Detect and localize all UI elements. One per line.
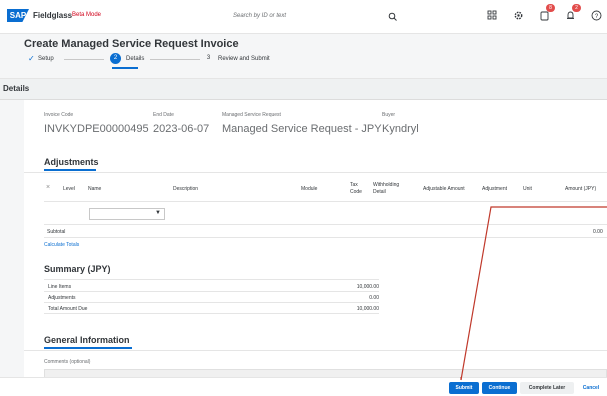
general-info-underline xyxy=(44,347,132,349)
comments-textarea[interactable] xyxy=(44,369,607,377)
field-buyer: Buyer Kyndryl xyxy=(382,112,419,135)
page-title: Create Managed Service Request Invoice xyxy=(24,38,239,50)
field-label: Invoice Code xyxy=(44,112,74,118)
bell-badge: 2 xyxy=(572,4,581,12)
row-divider xyxy=(44,237,607,238)
col-level: Level xyxy=(63,186,75,192)
col-amount: Amount (JPY) xyxy=(565,186,597,192)
summary-label: Adjustments xyxy=(48,295,76,301)
details-content: Invoice Code INVKYDPE00000495 End Date 2… xyxy=(24,100,607,396)
close-icon[interactable]: × xyxy=(46,184,50,191)
details-section-header: Details xyxy=(0,78,607,100)
col-tax-code: Tax Code xyxy=(350,182,362,195)
submit-button[interactable]: Submit xyxy=(449,382,479,394)
field-value: INVKYDPE00000495 xyxy=(44,123,149,135)
check-icon: ✓ xyxy=(28,54,35,63)
details-title: Details xyxy=(3,84,30,93)
grid-icon[interactable] xyxy=(486,9,499,22)
field-label: Buyer xyxy=(382,112,396,118)
sap-logo[interactable]: SAP xyxy=(7,9,29,22)
field-label: End Date xyxy=(153,112,174,118)
search-input[interactable]: Search by ID or text xyxy=(220,11,400,25)
field-value[interactable]: Managed Service Request - JPY xyxy=(222,123,382,135)
field-value: 2023-06-07 xyxy=(153,123,210,135)
col-withholding-detail: Withholding Detail xyxy=(373,182,400,195)
bell-button[interactable]: 2 xyxy=(564,4,581,22)
summary-row-line-items: Line Items 10,000.00 xyxy=(44,281,379,292)
divider xyxy=(24,172,607,173)
step-review-submit[interactable]: Review and Submit xyxy=(218,56,270,62)
field-invoice-code: Invoice Code INVKYDPE00000495 xyxy=(44,112,149,135)
step-marker-details[interactable]: 2 xyxy=(110,53,121,64)
search-placeholder: Search by ID or text xyxy=(233,13,287,19)
adjustment-name-select[interactable]: ▼ xyxy=(89,208,165,220)
adjustments-underline xyxy=(44,169,96,171)
step-setup[interactable]: Setup xyxy=(38,56,54,62)
beta-mode-label: Beta Mode xyxy=(72,12,102,18)
adjustments-title: Adjustments xyxy=(44,157,99,167)
action-footer: Submit Continue Complete Later Cancel xyxy=(0,377,607,396)
step-connector xyxy=(150,59,200,60)
divider xyxy=(44,279,379,280)
table-header-divider xyxy=(44,201,607,202)
row-divider xyxy=(44,224,607,225)
step-marker-review[interactable]: 3 xyxy=(203,53,214,64)
summary-row-total: Total Amount Due 10,000.00 xyxy=(44,303,379,314)
help-icon[interactable]: ? xyxy=(590,9,603,22)
subtotal-label: Subtotal xyxy=(47,229,66,235)
summary-value: 0.00 xyxy=(369,295,379,301)
summary-label: Total Amount Due xyxy=(48,306,88,312)
col-description: Description xyxy=(173,186,199,192)
complete-later-button[interactable]: Complete Later xyxy=(520,382,574,394)
subtotal-value: 0.00 xyxy=(593,229,603,235)
shell-bar: SAP Fieldglass Beta Mode Search by ID or… xyxy=(0,0,607,34)
gear-icon[interactable] xyxy=(512,9,525,22)
shell-actions: 8 2 ? xyxy=(486,4,603,22)
col-module: Module xyxy=(301,186,318,192)
col-unit: Unit xyxy=(523,186,532,192)
summary-label: Line Items xyxy=(48,284,72,290)
field-end-date: End Date 2023-06-07 xyxy=(153,112,209,135)
calculate-totals-link[interactable]: Calculate Totals xyxy=(44,242,79,248)
comments-label: Comments (optional) xyxy=(44,359,91,365)
summary-title: Summary (JPY) xyxy=(44,264,111,274)
field-managed-service-request: Managed Service Request Managed Service … xyxy=(222,112,382,135)
step-connector xyxy=(64,59,104,60)
brand-name[interactable]: Fieldglass xyxy=(33,11,72,20)
notification-button[interactable]: 8 xyxy=(538,4,555,22)
col-adjustment: Adjustment xyxy=(482,186,508,192)
active-step-indicator xyxy=(112,67,138,69)
summary-value: 10,000.00 xyxy=(356,284,379,290)
summary-row-adjustments: Adjustments 0.00 xyxy=(44,292,379,303)
chevron-down-icon: ▼ xyxy=(155,210,161,216)
notification-badge: 8 xyxy=(546,4,555,12)
progress-stepper: ✓ Setup 2 Details 3 Review and Submit xyxy=(24,53,607,69)
svg-text:?: ? xyxy=(595,14,599,20)
divider xyxy=(24,350,607,351)
app-window: SAP Fieldglass Beta Mode Search by ID or… xyxy=(0,0,607,396)
general-info-title: General Information xyxy=(44,335,130,345)
continue-button[interactable]: Continue xyxy=(482,382,517,394)
summary-value: 10,000.00 xyxy=(356,306,379,312)
col-adjustable-amount: Adjustable Amount xyxy=(423,186,465,192)
search-icon[interactable] xyxy=(388,12,398,22)
field-value: Kyndryl xyxy=(382,123,419,135)
cancel-button[interactable]: Cancel xyxy=(576,382,606,394)
step-details[interactable]: Details xyxy=(126,56,144,62)
col-name: Name xyxy=(88,186,102,192)
field-label: Managed Service Request xyxy=(222,112,281,118)
